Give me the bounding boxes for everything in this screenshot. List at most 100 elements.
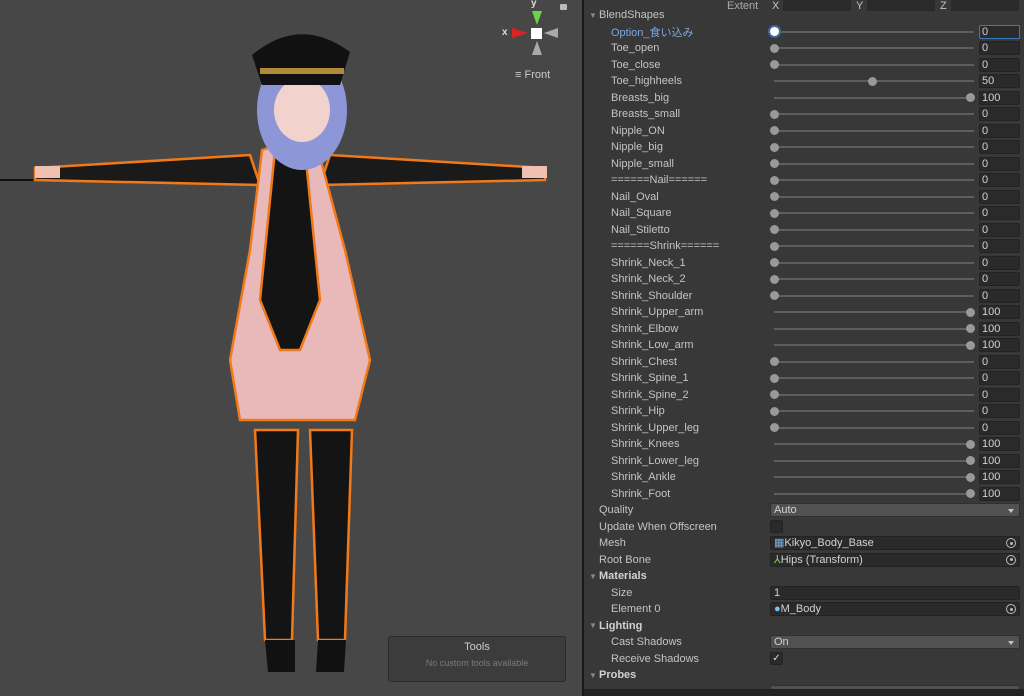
object-picker-icon[interactable] [1006, 554, 1016, 565]
slider-thumb[interactable] [770, 258, 779, 267]
slider-thumb[interactable] [966, 456, 975, 465]
blendshape-slider[interactable] [774, 426, 974, 429]
element0-field[interactable]: ●M_Body [770, 602, 1020, 616]
slider-thumb[interactable] [770, 274, 779, 284]
blendshape-value-field[interactable]: 0 [979, 354, 1020, 369]
blendshape-value-field[interactable]: 0 [979, 404, 1020, 418]
blendshape-slider[interactable] [774, 344, 974, 346]
foldout-arrow-icon[interactable]: ▼ [589, 572, 597, 581]
blendshape-value-field[interactable]: 0 [979, 206, 1020, 220]
blendshape-value-field[interactable]: 0 [979, 140, 1020, 154]
slider-thumb[interactable] [770, 192, 779, 201]
blendshape-value-field[interactable]: 0 [979, 255, 1020, 270]
slider-thumb[interactable] [770, 175, 779, 185]
y-axis-icon[interactable] [532, 11, 542, 25]
probes-foldout[interactable]: ▼ Probes [584, 667, 1024, 684]
blendshape-slider[interactable] [774, 129, 974, 132]
blendshape-slider[interactable] [774, 228, 974, 231]
blendshape-value-field[interactable]: 0 [979, 57, 1020, 72]
blendshape-slider[interactable] [774, 476, 974, 478]
blendshape-slider[interactable] [774, 96, 974, 99]
blendshape-value-field[interactable]: 0 [979, 156, 1020, 171]
slider-thumb[interactable] [770, 357, 779, 366]
lighting-foldout[interactable]: ▼ Lighting [584, 618, 1024, 635]
blendshape-slider[interactable] [774, 294, 974, 297]
blendshape-value-field[interactable]: 100 [979, 486, 1020, 501]
neg-x-axis-icon[interactable] [544, 28, 558, 38]
blendshape-slider[interactable] [774, 30, 974, 33]
blendshape-value-field[interactable]: 0 [979, 173, 1020, 187]
slider-thumb[interactable] [966, 489, 975, 498]
slider-thumb[interactable] [966, 324, 975, 333]
blendshape-slider[interactable] [774, 459, 974, 462]
blendshape-slider[interactable] [774, 393, 974, 396]
blendshape-value-field[interactable]: 0 [979, 107, 1020, 121]
slider-thumb[interactable] [770, 109, 779, 119]
slider-thumb[interactable] [770, 291, 779, 300]
blendshape-slider[interactable] [774, 261, 974, 264]
object-picker-icon[interactable] [1006, 538, 1016, 548]
blendshape-value-field[interactable]: 0 [979, 272, 1020, 286]
blendshape-slider[interactable] [774, 443, 974, 445]
slider-thumb[interactable] [770, 390, 779, 399]
x-axis-icon[interactable] [512, 28, 528, 38]
blendshape-value-field[interactable]: 0 [979, 189, 1020, 204]
mesh-field[interactable]: ▦Kikyo_Body_Base [770, 536, 1020, 550]
blendshape-value-field[interactable]: 0 [979, 24, 1020, 39]
blendshape-slider[interactable] [774, 360, 974, 363]
slider-thumb[interactable] [966, 93, 975, 102]
blendshape-value-field[interactable]: 100 [979, 453, 1020, 468]
blendshape-value-field[interactable]: 0 [979, 239, 1020, 253]
blendshape-slider[interactable] [774, 113, 974, 115]
slider-thumb[interactable] [770, 208, 779, 218]
slider-thumb[interactable] [770, 60, 779, 69]
blendshape-slider[interactable] [774, 195, 974, 198]
blendshape-slider[interactable] [774, 377, 974, 379]
slider-thumb[interactable] [770, 142, 779, 152]
center-cube-icon[interactable] [531, 28, 542, 39]
cast-shadows-dropdown[interactable]: On [770, 635, 1020, 649]
blendshape-slider[interactable] [774, 162, 974, 165]
blendshape-slider[interactable] [774, 410, 974, 412]
lock-icon[interactable] [560, 4, 567, 10]
root-bone-field[interactable]: ⅄Hips (Transform) [770, 552, 1020, 567]
blendshape-slider[interactable] [774, 212, 974, 214]
blendshape-value-field[interactable]: 50 [979, 74, 1020, 88]
blendshape-slider[interactable] [774, 278, 974, 280]
foldout-arrow-icon[interactable]: ▼ [589, 671, 597, 680]
blendshape-slider[interactable] [774, 327, 974, 330]
blendshape-value-field[interactable]: 0 [979, 420, 1020, 435]
blendshape-value-field[interactable]: 0 [979, 288, 1020, 303]
blendshape-value-field[interactable]: 0 [979, 123, 1020, 138]
blendshape-value-field[interactable]: 100 [979, 470, 1020, 484]
blendshape-slider[interactable] [774, 47, 974, 49]
slider-thumb[interactable] [770, 423, 779, 432]
blendshape-slider[interactable] [774, 311, 974, 313]
update-offscreen-checkbox[interactable] [770, 519, 783, 533]
blendshape-value-field[interactable]: 100 [979, 90, 1020, 105]
view-label[interactable]: ≡ Front [515, 69, 550, 81]
slider-thumb[interactable] [966, 472, 975, 482]
size-field[interactable]: 1 [770, 585, 1020, 600]
object-picker-icon[interactable] [1006, 604, 1016, 614]
orientation-gizmo[interactable]: y x ≡ Front [500, 0, 580, 86]
blendshapes-foldout[interactable]: ▼ BlendShapes [584, 7, 1024, 24]
slider-thumb[interactable] [966, 307, 975, 317]
blendshape-slider[interactable] [774, 245, 974, 247]
materials-foldout[interactable]: ▼ Materials [584, 568, 1024, 585]
slider-thumb[interactable] [770, 159, 779, 168]
slider-thumb[interactable] [770, 27, 779, 36]
blendshape-value-field[interactable]: 100 [979, 305, 1020, 319]
blendshape-slider[interactable] [774, 146, 974, 148]
blendshape-value-field[interactable]: 0 [979, 387, 1020, 402]
slider-thumb[interactable] [770, 406, 779, 416]
blendshape-value-field[interactable]: 100 [979, 321, 1020, 336]
receive-shadows-checkbox[interactable]: ✓ [770, 651, 783, 665]
slider-thumb[interactable] [966, 439, 975, 449]
slider-thumb[interactable] [966, 340, 975, 350]
blendshape-value-field[interactable]: 0 [979, 41, 1020, 55]
slider-thumb[interactable] [770, 126, 779, 135]
blendshape-slider[interactable] [774, 63, 974, 66]
quality-dropdown[interactable]: Auto [770, 503, 1020, 517]
slider-thumb[interactable] [770, 241, 779, 251]
